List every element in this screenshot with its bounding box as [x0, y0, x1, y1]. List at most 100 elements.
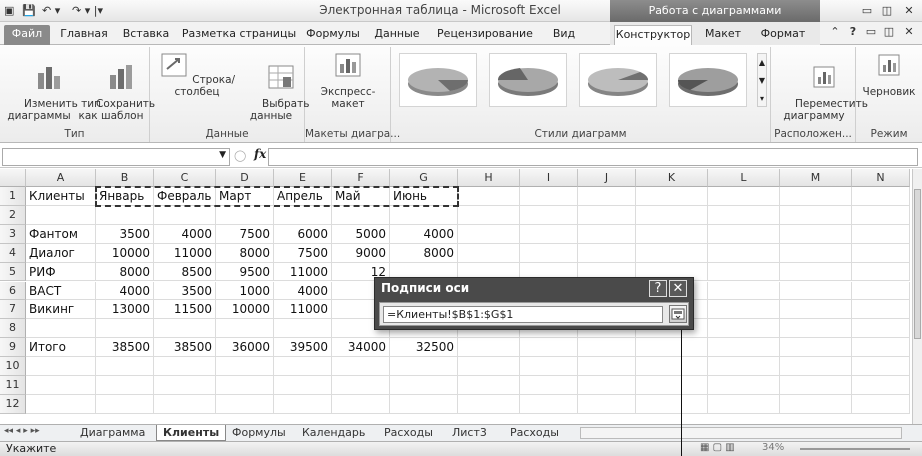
tab-insert[interactable]: Вставка [116, 25, 176, 45]
cell-b3[interactable]: 3500 [96, 224, 154, 244]
column-header-b[interactable]: B [96, 169, 154, 187]
cell-g12[interactable] [390, 394, 458, 414]
cell-m8[interactable] [780, 319, 852, 339]
cell-d8[interactable] [216, 319, 274, 339]
save-icon[interactable]: 💾 [22, 3, 36, 18]
sheet-tab-expenses-2[interactable]: Расходы [504, 425, 565, 441]
cell-n8[interactable] [852, 319, 910, 339]
help-icon[interactable]: ? [844, 25, 862, 39]
cell-e5[interactable]: 11000 [274, 262, 332, 282]
select-data-button[interactable]: Выбрать данные [242, 51, 309, 134]
cell-l1[interactable] [708, 187, 780, 206]
cell-l4[interactable] [708, 243, 780, 263]
zoom-slider[interactable] [800, 448, 910, 450]
cell-c10[interactable] [154, 357, 216, 376]
cell-g9[interactable]: 32500 [390, 338, 458, 358]
row-header-6[interactable]: 6 [0, 281, 26, 301]
sheet-tab-calendar[interactable]: Календарь [296, 425, 371, 441]
cell-e12[interactable] [274, 394, 332, 414]
cell-d6[interactable]: 1000 [216, 281, 274, 301]
column-header-a[interactable]: A [26, 169, 96, 187]
cell-n6[interactable] [852, 281, 910, 301]
cell-e2[interactable] [274, 205, 332, 225]
cell-j10[interactable] [578, 357, 636, 376]
cell-n7[interactable] [852, 300, 910, 320]
column-header-h[interactable]: H [458, 169, 520, 187]
row-header-2[interactable]: 2 [0, 205, 26, 225]
cell-f10[interactable] [332, 357, 390, 376]
cell-a2[interactable] [26, 205, 96, 225]
cell-f3[interactable]: 5000 [332, 224, 390, 244]
column-header-g[interactable]: G [390, 169, 458, 187]
cell-d12[interactable] [216, 394, 274, 414]
expand-dialog-button[interactable] [669, 305, 687, 323]
column-header-c[interactable]: C [154, 169, 216, 187]
cell-f2[interactable] [332, 205, 390, 225]
cell-f11[interactable] [332, 376, 390, 395]
cell-e7[interactable]: 11000 [274, 300, 332, 320]
minimize-button[interactable]: ▭ [858, 4, 876, 18]
cell-m1[interactable] [780, 187, 852, 206]
cell-i2[interactable] [520, 205, 578, 225]
doc-close-button[interactable]: ✕ [900, 25, 918, 39]
column-header-n[interactable]: N [852, 169, 910, 187]
cell-j11[interactable] [578, 376, 636, 395]
cell-b7[interactable]: 13000 [96, 300, 154, 320]
express-layout-button[interactable]: Экспресс-макет [308, 51, 388, 110]
cell-g10[interactable] [390, 357, 458, 376]
cell-a11[interactable] [26, 376, 96, 395]
cell-i12[interactable] [520, 394, 578, 414]
row-header-12[interactable]: 12 [0, 394, 26, 414]
cell-b8[interactable] [96, 319, 154, 339]
cell-e11[interactable] [274, 376, 332, 395]
cell-b9[interactable]: 38500 [96, 338, 154, 358]
tab-file[interactable]: Файл [4, 25, 50, 45]
row-header-10[interactable]: 10 [0, 357, 26, 376]
zoom-level[interactable]: 34% [762, 442, 784, 453]
cell-m6[interactable] [780, 281, 852, 301]
cell-m9[interactable] [780, 338, 852, 358]
cell-g2[interactable] [390, 205, 458, 225]
cell-k12[interactable] [636, 394, 708, 414]
cell-m7[interactable] [780, 300, 852, 320]
cell-l2[interactable] [708, 205, 780, 225]
dialog-help-button[interactable]: ? [649, 280, 667, 297]
cell-e4[interactable]: 7500 [274, 243, 332, 263]
cell-m4[interactable] [780, 243, 852, 263]
cell-l12[interactable] [708, 394, 780, 414]
cell-k11[interactable] [636, 376, 708, 395]
tab-home[interactable]: Главная [56, 25, 112, 45]
cell-c8[interactable] [154, 319, 216, 339]
sheet-tab-formulas[interactable]: Формулы [226, 425, 292, 441]
cell-d4[interactable]: 8000 [216, 243, 274, 263]
cell-k9[interactable] [636, 338, 708, 358]
cell-d5[interactable]: 9500 [216, 262, 274, 282]
styles-scroll[interactable]: ▲ ▼ ▾ [757, 53, 767, 107]
cell-d9[interactable]: 36000 [216, 338, 274, 358]
cell-n2[interactable] [852, 205, 910, 225]
cell-j3[interactable] [578, 224, 636, 244]
chart-style-4[interactable] [669, 53, 747, 107]
cell-k2[interactable] [636, 205, 708, 225]
cell-f12[interactable] [332, 394, 390, 414]
cell-b5[interactable]: 8000 [96, 262, 154, 282]
cell-n4[interactable] [852, 243, 910, 263]
cell-h4[interactable] [458, 243, 520, 263]
formula-input[interactable] [268, 148, 918, 166]
cell-b12[interactable] [96, 394, 154, 414]
redo-icon[interactable]: ↷ ▾ |▾ [72, 3, 103, 18]
tab-page-layout[interactable]: Разметка страницы [180, 25, 298, 45]
tab-review[interactable]: Рецензирование [430, 25, 540, 45]
cell-j2[interactable] [578, 205, 636, 225]
cell-d3[interactable]: 7500 [216, 224, 274, 244]
draft-button[interactable]: Черновик [858, 51, 920, 98]
cell-b11[interactable] [96, 376, 154, 395]
cell-b4[interactable]: 10000 [96, 243, 154, 263]
move-chart-button[interactable]: Переместить диаграмму [775, 51, 868, 134]
column-header-k[interactable]: K [636, 169, 708, 187]
cell-a7[interactable]: Викинг [26, 300, 96, 320]
cell-c4[interactable]: 11000 [154, 243, 216, 263]
sheet-nav-icon[interactable]: ◂◂ ◂ ▸ ▸▸ [4, 426, 40, 436]
horizontal-scrollbar[interactable] [580, 427, 902, 439]
cell-c5[interactable]: 8500 [154, 262, 216, 282]
